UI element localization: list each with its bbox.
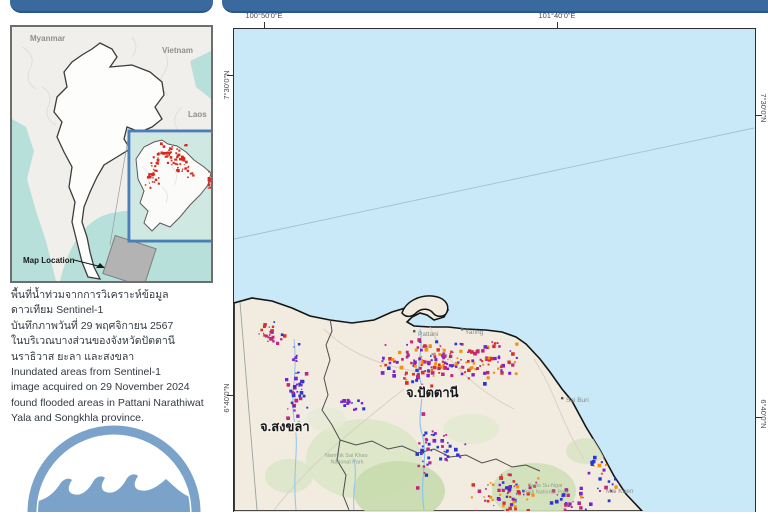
place-label: Yaring (465, 329, 484, 336)
country-label: Laos (188, 110, 207, 119)
axis-label-longitude: 101°40'0"E (527, 11, 587, 20)
description-line: นราธิวาส ยะลา และสงขลา (11, 350, 221, 365)
description-block: พื้นที่น้ำท่วมจากการวิเคราะห์ข้อมูล ดาวเ… (11, 288, 221, 427)
place-label: Mai Kaen (606, 488, 634, 495)
park-label: Namtok Sai Khao National Park (325, 453, 369, 466)
axis-tick (557, 22, 558, 28)
axis-label-latitude: 6°40'0"N (758, 389, 768, 439)
country-label: Myanmar (30, 34, 65, 43)
axis-label-latitude: 7°30'0"N (758, 83, 768, 133)
axis-label-longitude: 100°50'0"E (234, 11, 294, 20)
place-label: Sai Buri (566, 397, 589, 404)
description-line: ในบริเวณบางส่วนของจังหวัดปัตตานี (11, 334, 221, 349)
park-label: Budo Su-Ngai Padi National Park (523, 483, 569, 496)
main-map: Pattani Yaring Sai Buri Mai Kaen Namtok … (234, 29, 754, 511)
map-location-label: Map Location (23, 256, 75, 265)
place-label: Pattani (418, 331, 438, 338)
overview-panel: Myanmar Vietnam Laos Map Location (10, 25, 213, 283)
inset-extent-box (129, 131, 211, 241)
description-line: image acquired on 29 November 2024 (11, 380, 221, 395)
province-label: จ.ปัตตานี (406, 385, 459, 400)
province-label: จ.สงขลา (260, 419, 310, 434)
description-line: ดาวเทียม Sentinel-1 (11, 303, 221, 318)
description-line: found flooded areas in Pattani Narathiwa… (11, 396, 221, 411)
axis-tick (264, 22, 265, 28)
header-bar-right (222, 0, 768, 13)
agency-logo (24, 424, 204, 512)
description-line: Inundated areas from Sentinel-1 (11, 365, 221, 380)
description-line: พื้นที่น้ำท่วมจากการวิเคราะห์ข้อมูล (11, 288, 221, 303)
main-map-panel: Pattani Yaring Sai Buri Mai Kaen Namtok … (233, 28, 756, 512)
description-line: บันทึกภาพวันที่ 29 พฤศจิกายน 2567 (11, 319, 221, 334)
axis-label-latitude: 6°40'0"N (222, 373, 232, 423)
axis-label-latitude: 7°30'0"N (222, 60, 232, 110)
wave-icon (24, 424, 204, 512)
header-bar-left (10, 0, 213, 13)
overview-map: Myanmar Vietnam Laos Map Location (12, 27, 211, 281)
country-label: Vietnam (162, 46, 193, 55)
